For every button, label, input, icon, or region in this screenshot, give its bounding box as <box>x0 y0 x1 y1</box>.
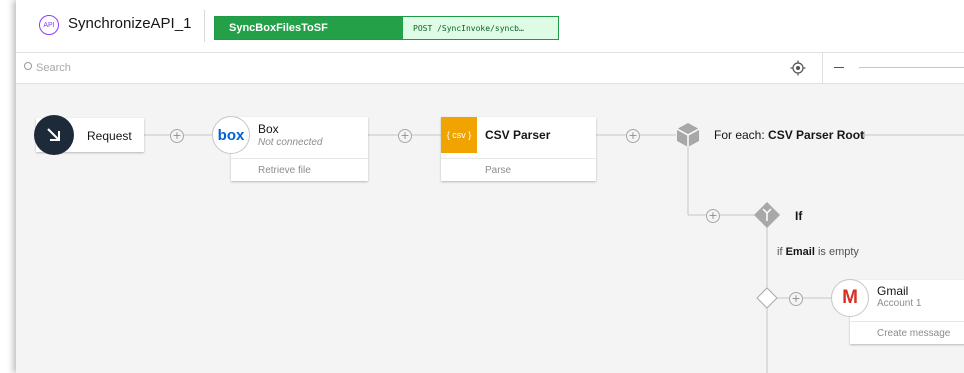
add-step-button[interactable]: + <box>170 129 184 143</box>
box-node[interactable]: box Box Not connected Retrieve file <box>212 116 368 181</box>
merge-diamond <box>756 287 778 309</box>
zoom-out-button[interactable] <box>834 67 844 68</box>
csv-parser-title: CSV Parser <box>485 128 551 142</box>
foreach-label[interactable]: For each: CSV Parser Root <box>714 128 864 142</box>
flow-tab-name[interactable]: SyncBoxFilesToSF <box>215 17 403 39</box>
gmail-title: Gmail <box>877 284 909 298</box>
zoom-slider[interactable] <box>859 67 964 68</box>
request-node[interactable]: Request <box>34 115 144 155</box>
box-logo-icon: box <box>212 116 250 154</box>
csv-logo-icon: { csv } <box>441 117 477 153</box>
gmail-node[interactable]: M Gmail Account 1 Create message <box>831 279 964 344</box>
gmail-action[interactable]: Create message <box>850 321 964 344</box>
flow-name[interactable]: SynchronizeAPI_1 <box>68 15 191 32</box>
canvas-toolbar <box>16 53 964 84</box>
locate-icon <box>790 60 806 76</box>
branch-icon <box>754 202 780 228</box>
add-step-button[interactable]: + <box>398 129 412 143</box>
arrow-down-right-icon <box>34 115 74 155</box>
add-step-button[interactable]: + <box>706 209 720 223</box>
gmail-account: Account 1 <box>877 298 922 309</box>
csv-parser-action[interactable]: Parse <box>441 158 596 181</box>
add-step-button[interactable]: + <box>789 292 803 306</box>
loop-return-arrow <box>858 131 964 139</box>
if-label[interactable]: If <box>795 209 802 223</box>
toolbar-divider <box>822 53 823 83</box>
locate-button[interactable] <box>788 58 808 78</box>
gmail-logo-icon: M <box>831 279 869 317</box>
add-step-button[interactable]: + <box>626 129 640 143</box>
cube-icon <box>676 123 700 147</box>
box-status: Not connected <box>258 137 323 148</box>
flow-canvas[interactable]: + + + + + Request box Box Not connected … <box>16 84 964 373</box>
search-icon <box>24 62 32 70</box>
flow-tab-endpoint[interactable]: POST /SyncInvoke/syncb… <box>403 17 558 39</box>
condition-label[interactable]: if Email is empty <box>777 246 859 258</box>
box-title: Box <box>258 122 279 136</box>
search-input[interactable] <box>36 58 336 78</box>
flow-header: API SynchronizeAPI_1 SyncBoxFilesToSF PO… <box>16 0 964 53</box>
csv-parser-node[interactable]: { csv } CSV Parser Parse <box>441 117 596 181</box>
flow-tab[interactable]: SyncBoxFilesToSF POST /SyncInvoke/syncb… <box>214 16 559 40</box>
flow-editor-window: API SynchronizeAPI_1 SyncBoxFilesToSF PO… <box>16 0 964 373</box>
api-badge-icon: API <box>39 15 59 35</box>
header-divider <box>204 10 205 42</box>
request-title: Request <box>87 129 132 143</box>
box-action[interactable]: Retrieve file <box>231 158 368 181</box>
